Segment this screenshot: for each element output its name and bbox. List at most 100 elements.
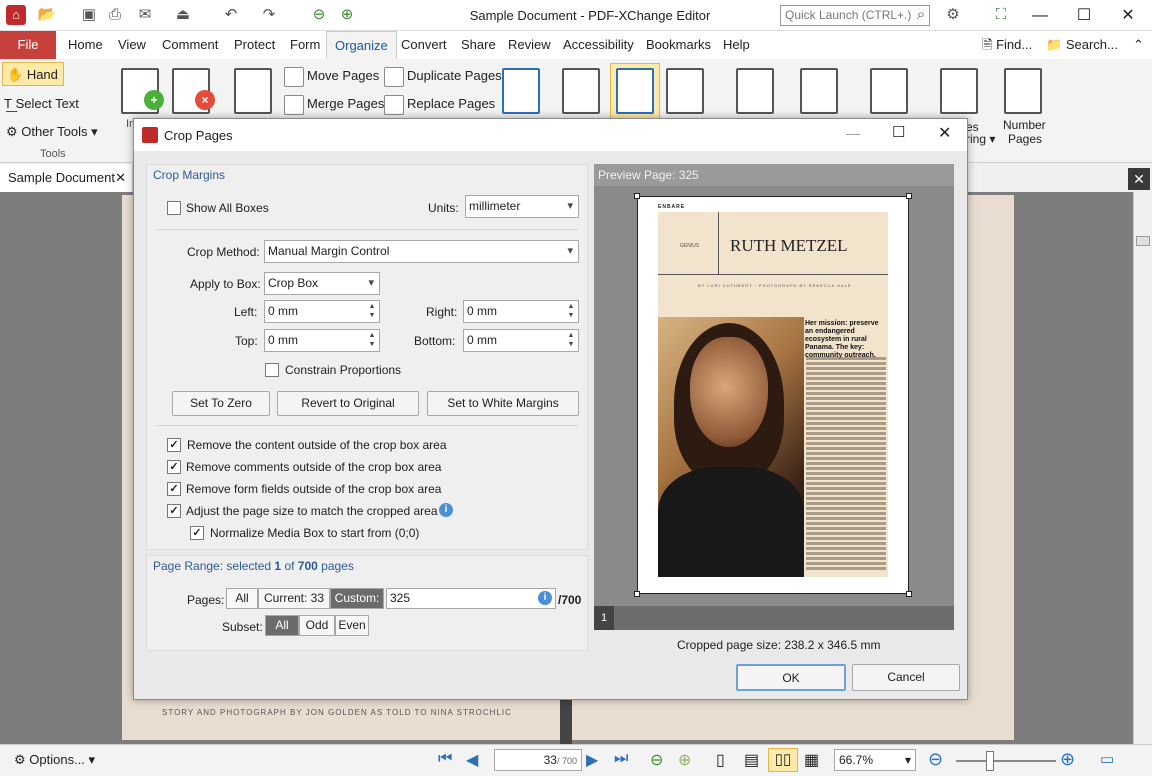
previous-view-icon[interactable]: ⊖ (650, 750, 663, 770)
crop-handle[interactable] (634, 591, 640, 597)
bottom-spin-arrows-icon[interactable]: ▲ ▼ (566, 331, 576, 349)
zoom-out-icon[interactable]: ⊖ (928, 749, 943, 770)
preview-page[interactable]: ENBARE GENIUS RUTH METZEL BY LORI CUTHBE… (634, 193, 912, 597)
dialog-minimize-button[interactable]: — (846, 125, 860, 141)
last-page-icon[interactable]: ⏭ (614, 750, 628, 768)
back-icon[interactable]: ⊖ (308, 5, 330, 25)
hand-tool-button[interactable]: ✋ Hand (2, 62, 64, 86)
scrollbar-thumb[interactable] (1136, 236, 1150, 246)
zoom-select[interactable]: 66.7% ▾ (834, 749, 916, 771)
resize-pages-icon[interactable] (666, 68, 704, 114)
tab-form[interactable]: Form (290, 31, 320, 59)
redo-icon[interactable]: ↷ (258, 5, 280, 25)
duplicate-pages-button[interactable]: Duplicate Pages (384, 64, 502, 88)
save-icon[interactable]: ▣ (78, 5, 100, 25)
find-button[interactable]: 🗎 Find... (982, 31, 1032, 59)
units-select[interactable]: millimeter (465, 195, 579, 218)
quick-launch-input[interactable]: Quick Launch (CTRL+.) (780, 5, 930, 26)
left-margin-input[interactable]: 0 mm ▲ ▼ (264, 300, 380, 323)
replace-pages-button[interactable]: Replace Pages (384, 92, 495, 116)
zoom-in-icon[interactable]: ⊕ (1060, 749, 1075, 770)
adjust-page-size-checkbox[interactable]: ✓ (167, 504, 181, 518)
tab-accessibility[interactable]: Accessibility (563, 31, 634, 59)
next-page-icon[interactable]: ▶ (586, 750, 598, 770)
custom-range-input[interactable]: 325 (386, 588, 556, 609)
page-number-input[interactable]: 33/ 700 (494, 749, 582, 771)
search-button[interactable]: 📁 Search... (1046, 31, 1118, 59)
close-document-icon[interactable]: ✕ (1128, 168, 1150, 190)
crop-handle[interactable] (634, 193, 640, 199)
select-text-button[interactable]: T͟ Select Text (4, 92, 79, 116)
facing-pages-icon[interactable]: ▯▯ (768, 748, 798, 772)
continuous-icon[interactable]: ▤ (744, 750, 759, 770)
options-button[interactable]: ⚙ Options... ▾ (14, 752, 95, 768)
extract-pages-icon[interactable] (234, 68, 272, 114)
top-margin-input[interactable]: 0 mm ▲ ▼ (264, 329, 380, 352)
forward-icon[interactable]: ⊕ (336, 5, 358, 25)
cancel-button[interactable]: Cancel (852, 664, 960, 691)
tab-view[interactable]: View (118, 31, 146, 59)
pages-current-option[interactable]: Current: 33 (258, 588, 330, 609)
maximize-button[interactable]: ☐ (1064, 3, 1104, 29)
set-to-zero-button[interactable]: Set To Zero (172, 391, 270, 416)
collapse-ribbon-icon[interactable]: ⌃ (1133, 31, 1144, 59)
search-icon[interactable]: ⌕ (910, 5, 932, 25)
tab-organize[interactable]: Organize (326, 31, 397, 59)
right-margin-input[interactable]: 0 mm ▲ ▼ (463, 300, 579, 323)
watermark-icon[interactable] (736, 68, 774, 114)
subset-even-option[interactable]: Even (335, 615, 369, 636)
panel-toggle-icon[interactable]: ▭ (1100, 750, 1114, 768)
background-icon[interactable] (800, 68, 838, 114)
split-pages-icon[interactable] (502, 68, 540, 114)
remove-content-checkbox[interactable]: ✓ (167, 438, 181, 452)
facing-continuous-icon[interactable]: ▦ (804, 750, 819, 770)
pages-all-option[interactable]: All (226, 588, 258, 609)
apply-to-box-select[interactable]: Crop Box (264, 272, 380, 295)
ok-button[interactable]: OK (736, 664, 846, 691)
open-folder-icon[interactable]: 📂 (36, 5, 58, 25)
set-to-white-margins-button[interactable]: Set to White Margins (427, 391, 579, 416)
right-spin-arrows-icon[interactable]: ▲ ▼ (566, 302, 576, 320)
zoom-slider[interactable] (956, 760, 1056, 762)
next-view-icon[interactable]: ⊕ (678, 750, 691, 770)
rotate-pages-icon[interactable] (562, 68, 600, 114)
minimize-button[interactable]: — (1020, 3, 1060, 29)
zoom-slider-thumb[interactable] (986, 751, 994, 771)
tab-help[interactable]: Help (723, 31, 750, 59)
prev-page-icon[interactable]: ◀ (466, 750, 478, 770)
tab-convert[interactable]: Convert (401, 31, 447, 59)
dialog-maximize-button[interactable]: ☐ (892, 123, 905, 141)
top-spin-arrows-icon[interactable]: ▲ ▼ (367, 331, 377, 349)
settings-icon[interactable]: ⚙ (942, 5, 964, 25)
dialog-close-button[interactable]: ✕ (938, 123, 951, 143)
fullscreen-icon[interactable]: ⛶ (990, 5, 1012, 25)
bottom-margin-input[interactable]: 0 mm ▲ ▼ (463, 329, 579, 352)
close-button[interactable]: ✕ (1108, 3, 1148, 29)
move-pages-button[interactable]: Move Pages (284, 64, 379, 88)
single-page-icon[interactable]: ▯ (716, 750, 725, 770)
bates-numbering-icon[interactable] (940, 68, 978, 114)
subset-odd-option[interactable]: Odd (299, 615, 335, 636)
tab-bookmarks[interactable]: Bookmarks (646, 31, 711, 59)
number-pages-icon[interactable] (1004, 68, 1042, 114)
pages-custom-option[interactable]: Custom: (330, 588, 384, 609)
vertical-scrollbar[interactable] (1133, 192, 1152, 744)
close-tab-icon[interactable]: ✕ (115, 164, 126, 192)
tab-comment[interactable]: Comment (162, 31, 218, 59)
crop-handle[interactable] (906, 591, 912, 597)
tab-file[interactable]: File (0, 31, 56, 59)
info-icon[interactable]: i (439, 503, 453, 517)
email-icon[interactable]: ✉ (134, 5, 156, 25)
tab-protect[interactable]: Protect (234, 31, 275, 59)
range-info-icon[interactable]: i (538, 591, 552, 605)
show-all-boxes-checkbox[interactable] (167, 201, 181, 215)
left-spin-arrows-icon[interactable]: ▲ ▼ (367, 302, 377, 320)
print-icon[interactable]: ⎙ (104, 5, 126, 25)
tab-home[interactable]: Home (68, 31, 103, 59)
tab-review[interactable]: Review (508, 31, 551, 59)
remove-comments-checkbox[interactable]: ✓ (167, 460, 181, 474)
subset-all-option[interactable]: All (265, 615, 299, 636)
header-footer-icon[interactable] (870, 68, 908, 114)
revert-to-original-button[interactable]: Revert to Original (277, 391, 419, 416)
scan-icon[interactable]: ⏏ (172, 5, 194, 25)
